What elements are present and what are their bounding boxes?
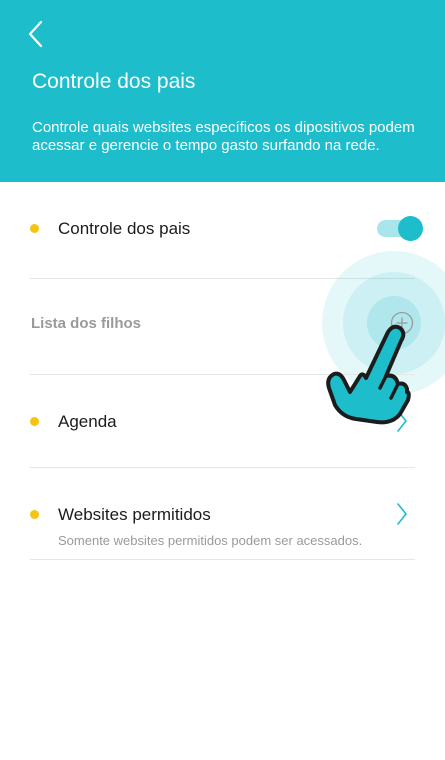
children-list-label: Lista dos filhos — [31, 315, 142, 332]
page-description: Controle quais websites específicos os d… — [32, 119, 415, 154]
divider — [30, 374, 415, 375]
allowed-websites-description: Somente websites permitidos podem ser ac… — [58, 533, 363, 548]
status-dot — [30, 510, 39, 519]
allowed-websites-open-button[interactable] — [396, 502, 408, 531]
divider — [30, 467, 415, 468]
divider — [30, 559, 415, 560]
divider — [30, 278, 415, 279]
add-child-button[interactable] — [390, 311, 414, 335]
allowed-websites-label: Websites permitidos — [58, 505, 211, 524]
chevron-right-icon — [397, 410, 407, 432]
chevron-left-icon — [28, 20, 43, 48]
chevron-right-icon — [397, 503, 407, 525]
parental-control-label: Controle dos pais — [58, 219, 191, 238]
schedule-open-button[interactable] — [396, 409, 408, 438]
header: Controle dos pais Controle quais website… — [0, 0, 445, 182]
schedule-label: Agenda — [58, 412, 117, 431]
back-button[interactable] — [18, 16, 52, 52]
parental-control-toggle[interactable] — [377, 216, 423, 241]
status-dot — [30, 417, 39, 426]
plus-circle-icon — [390, 311, 414, 335]
toggle-knob — [398, 216, 423, 241]
page-title: Controle dos pais — [32, 70, 196, 93]
status-dot — [30, 224, 39, 233]
